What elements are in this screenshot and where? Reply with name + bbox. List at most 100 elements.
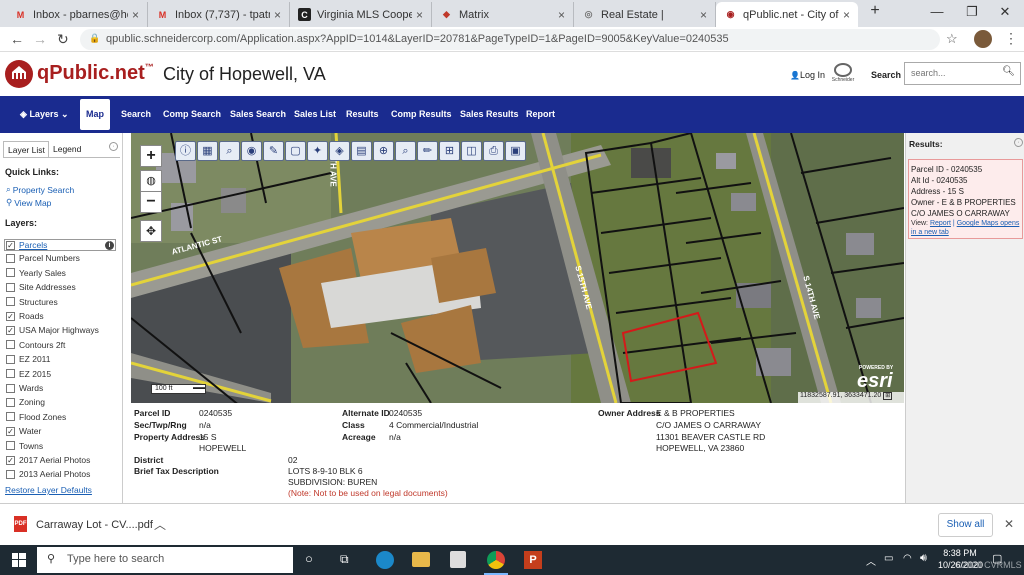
zoom-box-icon[interactable]: ⌕ <box>219 141 240 161</box>
tab-gmail-tpatrick[interactable]: M Inbox (7,737) - tpatrick × <box>148 2 290 27</box>
site-search-box[interactable]: 🔍︎ <box>904 62 1021 85</box>
highlight-icon[interactable]: ✦ <box>307 141 328 161</box>
edge-icon[interactable] <box>376 551 394 569</box>
eraser-icon[interactable]: ✎ <box>263 141 284 161</box>
layer-item[interactable]: ✓ Roads <box>6 311 44 321</box>
close-icon[interactable]: × <box>132 8 139 22</box>
close-icon[interactable]: ✕ <box>1004 517 1014 531</box>
layer-item[interactable]: 2013 Aerial Photos <box>6 469 90 479</box>
layer-checkbox[interactable] <box>6 268 15 278</box>
download-file-name[interactable]: Carraway Lot - CV....pdf <box>36 519 153 531</box>
file-explorer-icon[interactable] <box>412 552 430 567</box>
chevron-up-icon[interactable]: ︿ <box>154 516 166 533</box>
close-icon[interactable]: × <box>558 8 565 22</box>
clock[interactable]: 8:38 PM <box>940 548 980 558</box>
save-icon[interactable]: ▣ <box>505 141 526 161</box>
layer-checkbox[interactable]: ✓ <box>6 311 15 321</box>
layers-toggle-icon[interactable]: ▤ <box>351 141 372 161</box>
draw-icon[interactable]: ▢ <box>285 141 306 161</box>
result-card[interactable]: Parcel ID - 0240535 Alt Id - 0240535 Add… <box>908 159 1023 239</box>
tab-qpublic[interactable]: ◉ qPublic.net - City of Ho × <box>716 2 858 27</box>
layer-item[interactable]: EZ 2011 <box>6 354 51 364</box>
zoom-extent-icon[interactable]: ⊞ <box>439 141 460 161</box>
layer-checkbox[interactable] <box>6 412 15 422</box>
close-icon[interactable]: × <box>843 8 850 22</box>
coords-toggle-icon[interactable]: ⊞ <box>883 392 893 400</box>
tab-gmail-pbarnes[interactable]: M Inbox - pbarnes@hope × <box>6 2 148 27</box>
schneider-logo[interactable]: Schneider <box>829 63 857 87</box>
new-tab-button[interactable]: + <box>860 2 890 20</box>
layer-checkbox[interactable]: ✓ <box>6 426 15 436</box>
layer-item[interactable]: ✓ USA Major Highways <box>6 325 99 335</box>
nav-comp-search[interactable]: Comp Search <box>157 96 227 133</box>
close-icon[interactable]: × <box>416 8 423 22</box>
menu-kebab-icon[interactable]: ⋮ <box>1004 30 1018 47</box>
measure-icon[interactable]: ▦ <box>197 141 218 161</box>
nav-search[interactable]: Search <box>115 96 157 133</box>
forward-icon[interactable]: → <box>33 31 47 47</box>
reload-icon[interactable]: ↻ <box>57 31 69 48</box>
taskbar-search-box[interactable]: ⚲ Type here to search <box>37 547 293 573</box>
zoom-previous-icon[interactable]: ◫ <box>461 141 482 161</box>
volume-icon[interactable]: 🔊︎ <box>920 552 927 565</box>
layer-checkbox[interactable] <box>6 397 15 407</box>
restore-defaults-link[interactable]: Restore Layer Defaults <box>5 485 92 495</box>
layer-item[interactable]: Wards <box>6 383 43 393</box>
tray-chevron-icon[interactable]: ︿ <box>866 553 876 568</box>
zoom-in-button[interactable]: + <box>140 145 162 167</box>
bookmark-star-icon[interactable]: ☆ <box>946 31 958 47</box>
pencil-icon[interactable]: ✏ <box>417 141 438 161</box>
layer-item[interactable]: ✓ 2017 Aerial Photos <box>6 455 90 465</box>
show-all-button[interactable]: Show all <box>938 513 993 537</box>
layer-checkbox[interactable] <box>6 441 15 451</box>
layer-checkbox[interactable]: ✓ <box>6 455 15 465</box>
search-icon[interactable]: 🔍︎ <box>1002 66 1015 77</box>
layer-item[interactable]: Flood Zones <box>6 412 66 422</box>
layer-checkbox[interactable] <box>6 340 15 350</box>
layer-item[interactable]: Yearly Sales <box>6 268 66 278</box>
layer-checkbox[interactable]: ✓ <box>6 240 15 250</box>
layer-item[interactable]: Site Addresses <box>6 282 76 292</box>
profile-avatar[interactable] <box>974 30 992 48</box>
search-map-icon[interactable]: ⌕ <box>395 141 416 161</box>
identify-icon[interactable]: ⓘ <box>175 141 196 161</box>
layer-item[interactable]: Contours 2ft <box>6 340 65 350</box>
cortana-icon[interactable]: ○ <box>305 551 313 566</box>
google-maps-link[interactable]: Google Maps opens in a new tab <box>911 220 1019 236</box>
restore-button[interactable]: ❐ <box>957 4 987 20</box>
report-link[interactable]: Report <box>930 220 951 227</box>
tab-vmls[interactable]: C Virginia MLS Cooperati × <box>290 2 432 27</box>
qpublic-logo-icon[interactable] <box>5 60 33 88</box>
layer-item[interactable]: Structures <box>6 297 58 307</box>
print-icon[interactable]: ⎙ <box>483 141 504 161</box>
site-search-input[interactable] <box>905 63 1000 83</box>
layer-item[interactable]: EZ 2015 <box>6 369 51 379</box>
network-icon[interactable]: ▭ <box>884 553 893 564</box>
layer-item[interactable]: Towns <box>6 441 43 451</box>
task-view-icon[interactable]: ⧉ <box>340 552 349 567</box>
globe-home-button[interactable]: ◍ <box>140 170 162 192</box>
layer-item[interactable]: ✓ Parcels i <box>4 239 116 251</box>
nav-results[interactable]: Results <box>340 96 385 133</box>
buffer-icon[interactable]: ◈ <box>329 141 350 161</box>
nav-layers[interactable]: ◈ Layers ⌄ <box>14 96 75 133</box>
tab-legend[interactable]: Legend <box>53 144 81 154</box>
layer-item[interactable]: Parcel Numbers <box>6 253 80 263</box>
minimize-button[interactable]: — <box>922 4 952 19</box>
close-icon[interactable]: × <box>700 8 707 22</box>
tab-real-estate[interactable]: ◎ Real Estate | × <box>574 2 716 27</box>
chrome-icon[interactable] <box>487 551 505 569</box>
layer-checkbox[interactable] <box>6 354 15 364</box>
layer-checkbox[interactable] <box>6 369 15 379</box>
view-map-link[interactable]: ⚲ View Map <box>6 197 51 208</box>
nav-sales-results[interactable]: Sales Results <box>454 96 525 133</box>
wifi-icon[interactable]: ◠ <box>903 553 912 564</box>
layer-checkbox[interactable] <box>6 383 15 393</box>
select-icon[interactable]: ◉ <box>241 141 262 161</box>
panel-settings-icon[interactable]: · <box>109 142 118 151</box>
nav-sales-search[interactable]: Sales Search <box>224 96 292 133</box>
results-settings-icon[interactable]: · <box>1014 138 1023 147</box>
close-window-button[interactable]: ✕ <box>990 4 1020 20</box>
layer-checkbox[interactable] <box>6 297 15 307</box>
zoom-out-button[interactable]: − <box>140 191 162 213</box>
